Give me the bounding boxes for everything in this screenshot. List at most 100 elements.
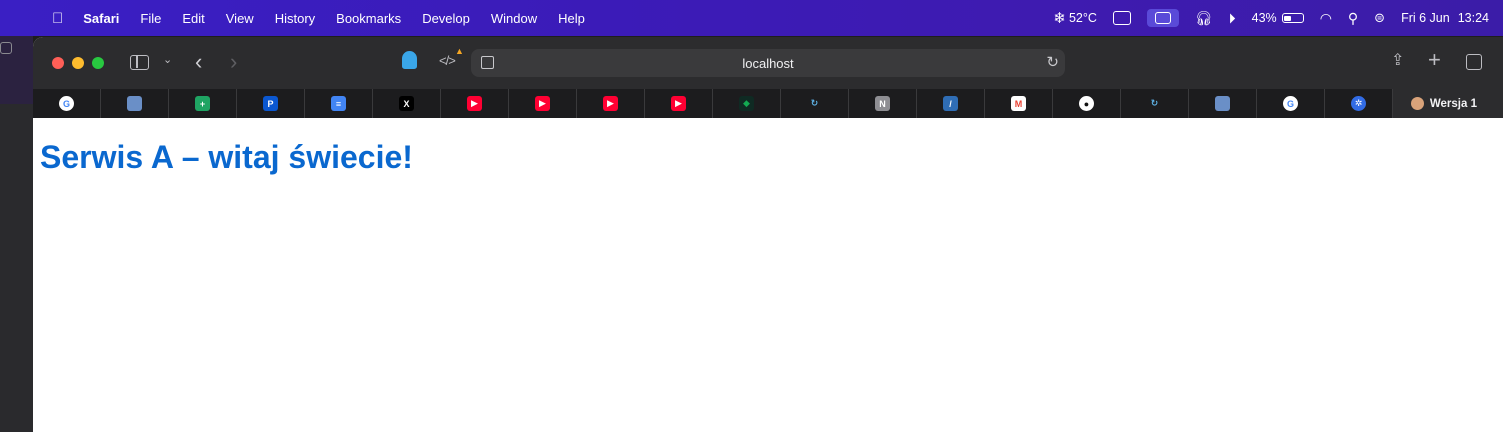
now-playing-status[interactable]: ⏵ <box>1229 10 1236 27</box>
github-icon: ● <box>1079 96 1094 111</box>
tab-overview-icon[interactable] <box>1466 54 1482 70</box>
pinned-tab[interactable] <box>1189 89 1257 118</box>
desktop-left-edge: 24 <box>0 0 33 432</box>
screen-mirroring-icon <box>1112 11 1131 25</box>
p-app-icon: P <box>263 96 278 111</box>
sidebar-toggle-icon[interactable] <box>130 55 149 70</box>
control-center-icon: ⊜ <box>1374 10 1386 25</box>
refresh-app-icon: ↻ <box>807 96 822 111</box>
warning-icon: ▲ <box>455 46 464 56</box>
pinned-tab[interactable]: G <box>1257 89 1325 118</box>
pinned-tab[interactable]: ▶ <box>509 89 577 118</box>
headphones-icon: 🎧︎ <box>1194 9 1213 26</box>
pinned-tab[interactable]: ↻ <box>781 89 849 118</box>
youtube-icon: ▶ <box>603 96 618 111</box>
refresh-app-icon: ↻ <box>1147 96 1162 111</box>
pinned-tab[interactable]: ▶ <box>577 89 645 118</box>
active-tab[interactable]: Wersja 1 <box>1393 89 1503 118</box>
pinned-tab[interactable]: + <box>169 89 237 118</box>
browser-toolbar: ⌄ ‹ › </> ▲ localhost ↻ ⇪ + <box>33 37 1503 89</box>
active-tab-label: Wersja 1 <box>1429 97 1477 110</box>
ghostery-extension-icon[interactable] <box>402 51 417 69</box>
battery-icon <box>1281 13 1304 23</box>
gmail-icon: M <box>1011 96 1026 111</box>
headphones-status[interactable]: 🎧︎ <box>1195 10 1213 27</box>
tab-bar: G + P ≡ X ▶ ▶ ▶ ▶ ◆ ↻ N / M ● ↻ G ✲ Wersja 1 <box>33 89 1503 118</box>
developer-tools-icon[interactable]: </> <box>439 53 456 68</box>
google-icon: G <box>1283 96 1298 111</box>
spotlight-status[interactable]: ⚲ <box>1348 10 1358 27</box>
menu-view[interactable]: View <box>226 11 254 26</box>
pinned-tab[interactable]: P <box>237 89 305 118</box>
google-docs-icon: ≡ <box>331 96 346 111</box>
notion-icon: N <box>875 96 890 111</box>
stage-manager-icon <box>1154 12 1171 24</box>
back-button[interactable]: ‹ <box>195 49 202 75</box>
screen-mirroring-status[interactable] <box>1112 11 1131 25</box>
clock-time: 13:24 <box>1457 11 1489 25</box>
menu-develop[interactable]: Develop <box>422 11 470 26</box>
menu-edit[interactable]: Edit <box>182 11 204 26</box>
pinned-tab[interactable]: ● <box>1053 89 1121 118</box>
menu-help[interactable]: Help <box>558 11 585 26</box>
pinned-tab[interactable]: N <box>849 89 917 118</box>
fan-icon: ❄ <box>1053 10 1066 27</box>
window-duplicate-icon <box>0 42 12 54</box>
new-tab-icon[interactable]: + <box>1428 47 1441 73</box>
menu-window[interactable]: Window <box>491 11 537 26</box>
pinned-tab[interactable]: X <box>373 89 441 118</box>
wifi-icon: ◠ <box>1319 9 1332 26</box>
pen-app-icon: / <box>943 96 958 111</box>
battery-fill <box>1284 15 1292 21</box>
pinned-tab[interactable] <box>101 89 169 118</box>
menu-history[interactable]: History <box>275 11 315 26</box>
page-content: Serwis A – witaj świecie! <box>33 118 1503 432</box>
clock[interactable]: Fri 6 Jun 13:24 <box>1401 11 1489 25</box>
youtube-icon: ▶ <box>535 96 550 111</box>
menu-bar:  Safari File Edit View History Bookmark… <box>0 0 1503 36</box>
avatar-icon <box>1410 97 1424 110</box>
mongodb-icon: ◆ <box>739 96 754 111</box>
finder-image-icon <box>127 96 142 111</box>
youtube-icon: ▶ <box>671 96 686 111</box>
share-icon[interactable]: ⇪ <box>1391 50 1404 70</box>
menu-file[interactable]: File <box>140 11 161 26</box>
address-url[interactable]: localhost <box>471 56 1065 71</box>
menu-bookmarks[interactable]: Bookmarks <box>336 11 401 26</box>
pinned-tab[interactable]: / <box>917 89 985 118</box>
temperature-status[interactable]: ❄ 52°C <box>1053 9 1097 27</box>
address-bar[interactable]: localhost ↻ <box>471 49 1065 77</box>
pinned-tab[interactable]: G <box>33 89 101 118</box>
battery-percent: 43% <box>1251 11 1277 25</box>
chevron-down-icon[interactable]: ⌄ <box>163 53 172 66</box>
pinned-tab[interactable]: ▶ <box>645 89 713 118</box>
pinned-tab[interactable]: ≡ <box>305 89 373 118</box>
battery-status[interactable]: 43% <box>1252 11 1304 25</box>
wifi-status[interactable]: ◠ <box>1320 10 1332 27</box>
finder-image-icon <box>1215 96 1230 111</box>
pinned-tab[interactable]: ✲ <box>1325 89 1393 118</box>
kubernetes-icon: ✲ <box>1351 96 1366 111</box>
x-twitter-icon: X <box>399 96 414 111</box>
pinned-tab[interactable]: ↻ <box>1121 89 1189 118</box>
search-icon: ⚲ <box>1347 9 1359 26</box>
safari-window: ⌄ ‹ › </> ▲ localhost ↻ ⇪ + G + P ≡ X ▶ ▶ ▶ ▶ ◆ ↻ N… <box>33 37 1503 432</box>
apple-logo-icon[interactable]:  <box>52 10 63 27</box>
youtube-icon: ▶ <box>467 96 482 111</box>
stage-manager-status[interactable] <box>1146 9 1179 27</box>
menu-app-name[interactable]: Safari <box>83 11 119 26</box>
clock-date: Fri 6 Jun <box>1401 11 1450 25</box>
temperature-value: 52°C <box>1068 11 1097 25</box>
pinned-tab[interactable]: ▶ <box>441 89 509 118</box>
zoom-window-button[interactable] <box>92 57 104 69</box>
close-window-button[interactable] <box>52 57 64 69</box>
pinned-tab[interactable]: M <box>985 89 1053 118</box>
control-center-status[interactable]: ⊜ <box>1374 10 1385 26</box>
reload-icon[interactable]: ↻ <box>1046 53 1059 71</box>
google-icon: G <box>59 96 74 111</box>
pinned-tab[interactable]: ◆ <box>713 89 781 118</box>
play-circle-icon: ⏵ <box>1228 9 1236 26</box>
forward-button[interactable]: › <box>230 49 237 75</box>
google-sheets-icon: + <box>195 96 210 111</box>
minimize-window-button[interactable] <box>72 57 84 69</box>
